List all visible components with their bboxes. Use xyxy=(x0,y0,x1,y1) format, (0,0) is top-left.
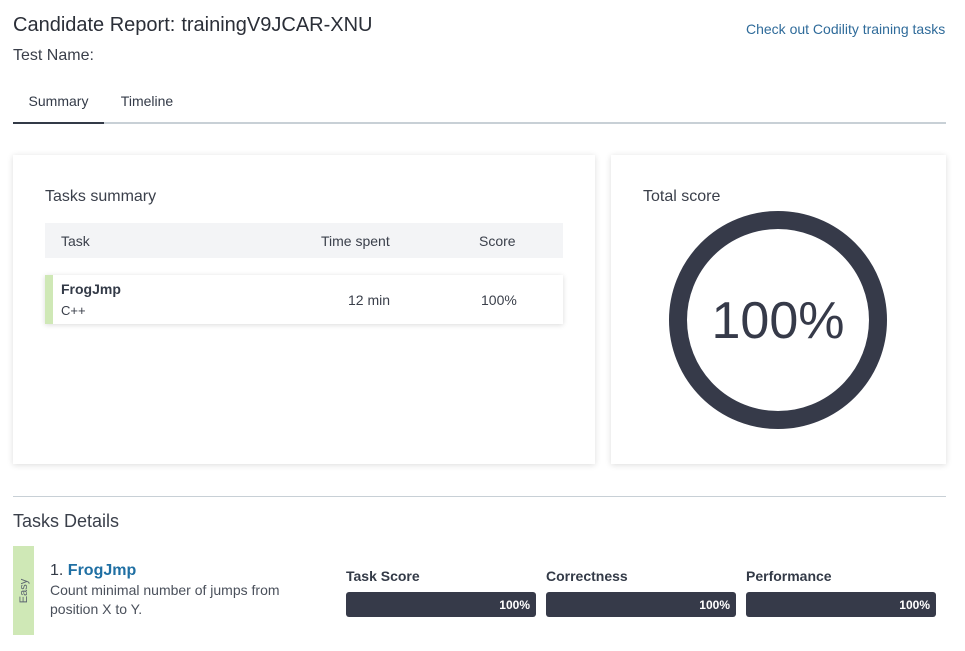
task-score-bar: 100% xyxy=(346,592,536,617)
correctness-label: Correctness xyxy=(546,568,628,584)
table-row[interactable]: FrogJmp C++ 12 min 100% xyxy=(45,275,563,324)
total-score-title: Total score xyxy=(643,188,721,205)
task-name: FrogJmp xyxy=(61,281,121,297)
task-language: C++ xyxy=(61,303,86,318)
difficulty-badge: Easy xyxy=(13,546,34,635)
task-score-label: Task Score xyxy=(346,568,420,584)
total-score-value: 100% xyxy=(712,292,845,350)
task-score-value: 100% xyxy=(499,598,530,612)
task-heading: 1. FrogJmp xyxy=(50,562,136,580)
difficulty-label: Easy xyxy=(17,578,30,603)
column-score: Score xyxy=(479,233,516,249)
training-tasks-link[interactable]: Check out Codility training tasks xyxy=(746,21,945,37)
tasks-table-header: Task Time spent Score xyxy=(45,223,563,258)
task-number: 1. xyxy=(50,562,64,579)
task-name-link[interactable]: FrogJmp xyxy=(68,562,136,579)
candidate-id: trainingV9JCAR-XNU xyxy=(181,14,373,36)
tasks-summary-title: Tasks summary xyxy=(45,188,157,205)
correctness-bar: 100% xyxy=(546,592,736,617)
correctness-value: 100% xyxy=(699,598,730,612)
tab-timeline[interactable]: Timeline xyxy=(104,85,190,122)
tab-summary[interactable]: Summary xyxy=(13,85,104,124)
task-time-spent: 12 min xyxy=(348,292,391,308)
section-divider xyxy=(13,496,946,497)
score-ring: 100% xyxy=(669,211,887,429)
performance-label: Performance xyxy=(746,568,832,584)
title-prefix: Candidate Report: xyxy=(13,14,176,36)
test-name-label: Test Name: xyxy=(13,47,94,64)
column-task: Task xyxy=(61,233,90,249)
page-title: Candidate Report: trainingV9JCAR-XNU xyxy=(13,14,373,37)
column-time-spent: Time spent xyxy=(321,233,390,249)
tasks-details-title: Tasks Details xyxy=(13,511,120,531)
performance-bar: 100% xyxy=(746,592,936,617)
task-description: Count minimal number of jumps from posit… xyxy=(50,582,280,617)
task-score: 100% xyxy=(481,292,517,308)
performance-value: 100% xyxy=(899,598,930,612)
tab-bar: Summary Timeline xyxy=(13,85,946,124)
